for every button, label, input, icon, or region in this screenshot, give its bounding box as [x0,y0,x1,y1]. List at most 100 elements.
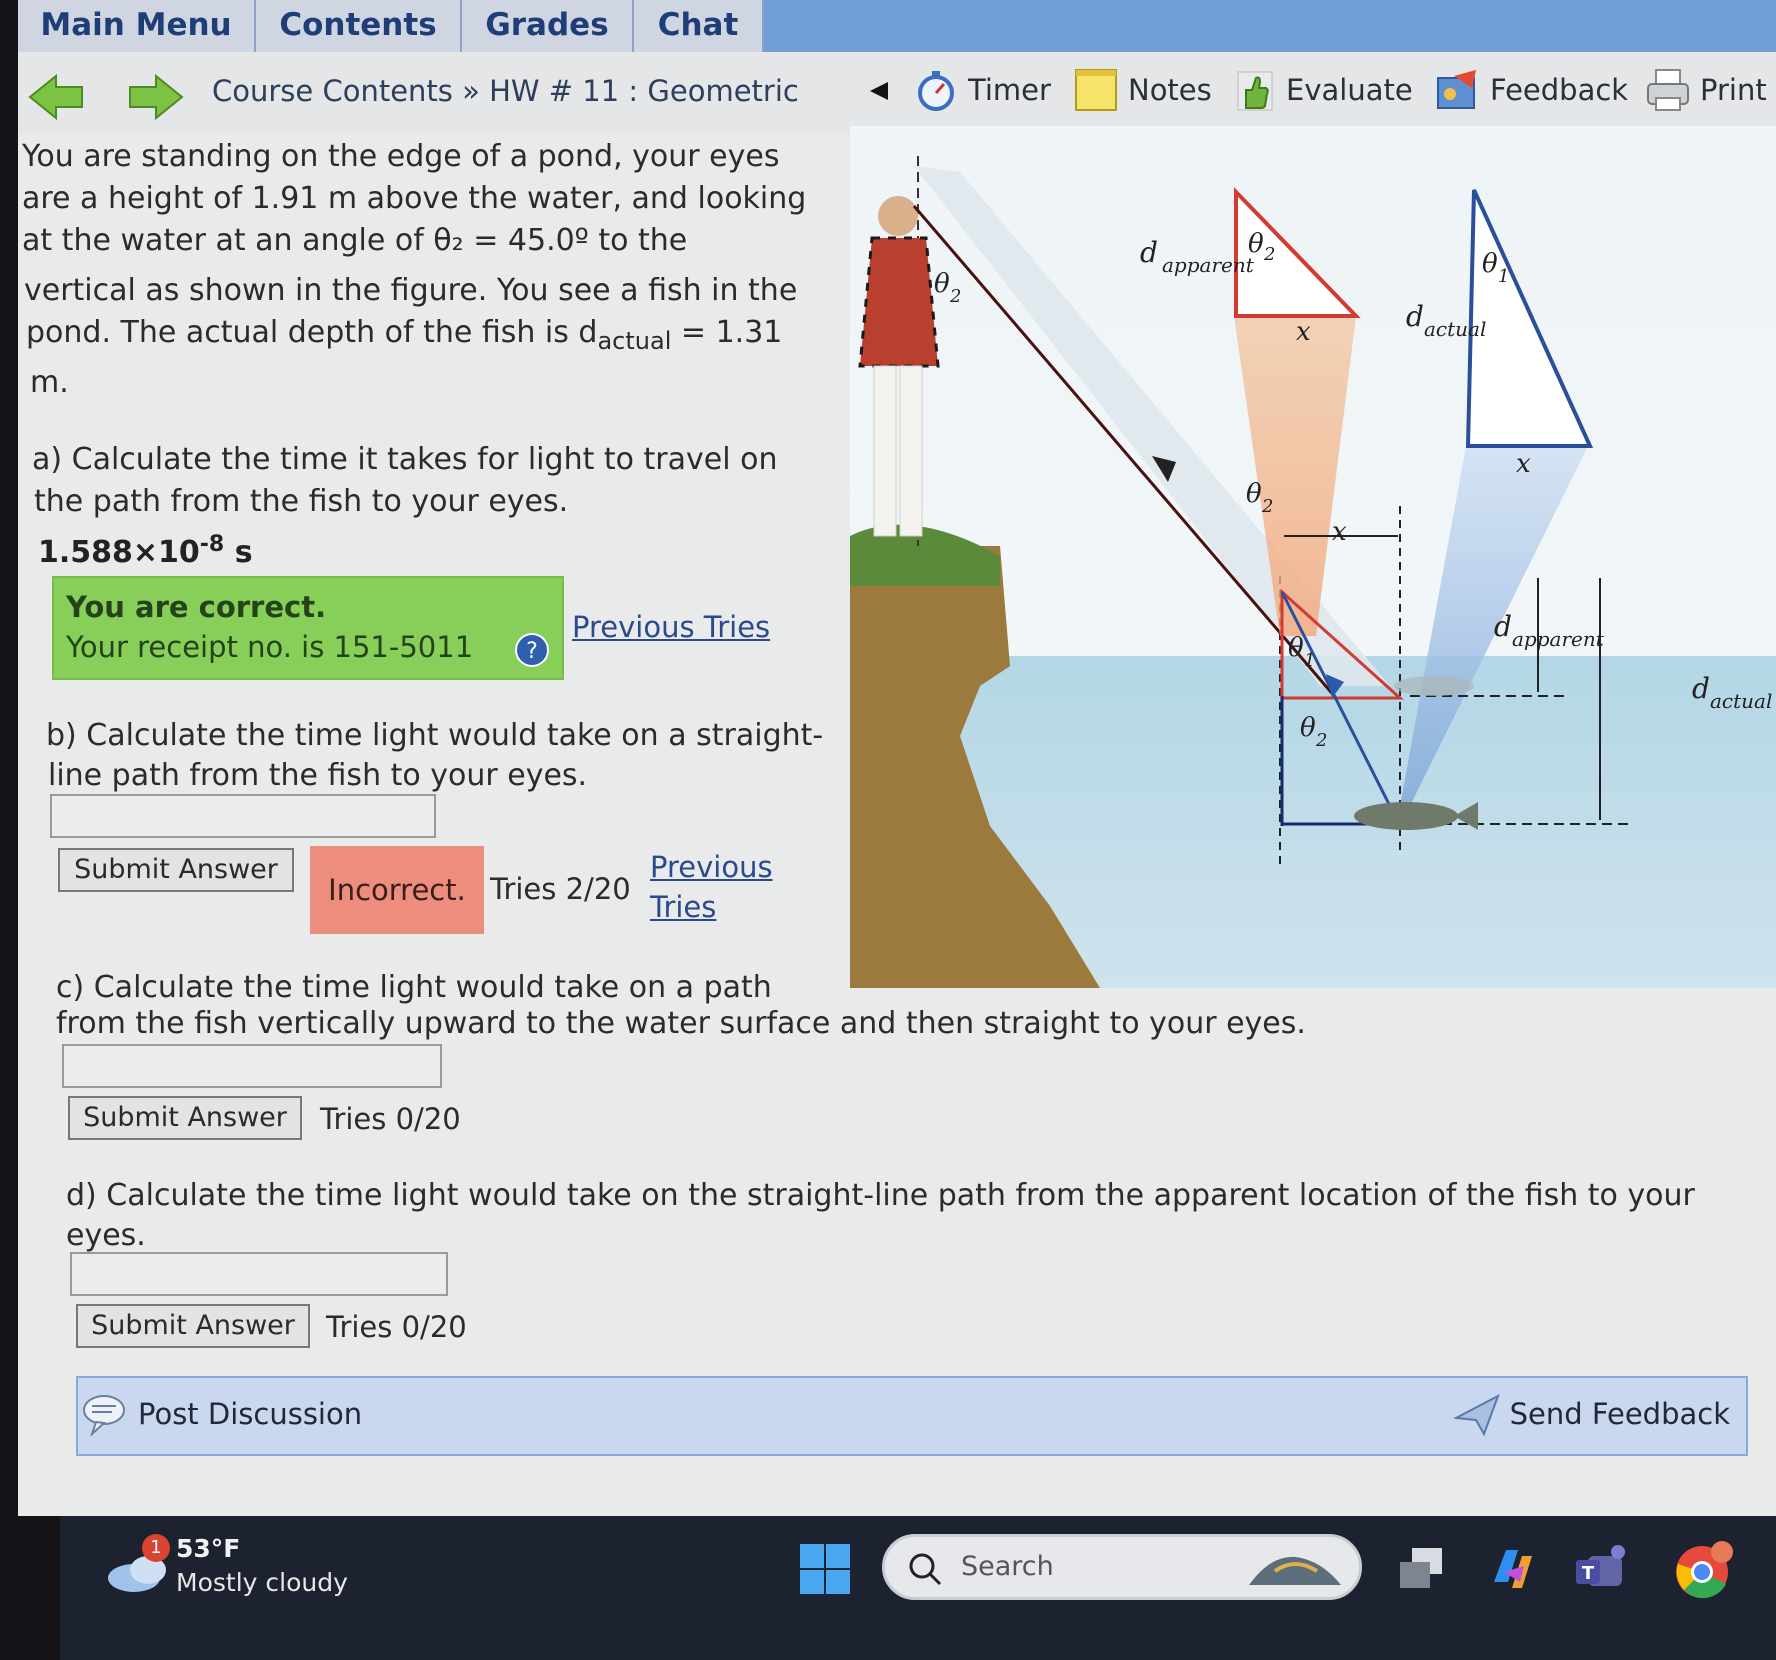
search-highlight-icon [1249,1556,1341,1585]
part-c-answer-input[interactable] [62,1044,442,1088]
tab-contents[interactable]: Contents [256,0,462,52]
svg-text:2: 2 [1315,730,1327,751]
problem-line-5: pond. The actual depth of the fish is da… [26,312,782,362]
chrome-icon[interactable] [1672,1540,1734,1602]
stopwatch-icon [918,71,954,111]
speech-bubble-icon [83,1395,125,1436]
svg-text:θ: θ [1288,633,1304,663]
svg-text:θ: θ [1300,713,1316,743]
copilot-icon[interactable] [1484,1542,1538,1596]
notes-button[interactable]: Notes [1074,62,1212,118]
breadcrumb[interactable]: Course Contents » HW # 11 : Geometric [212,74,799,108]
course-toolbar: Course Contents » HW # 11 : Geometric Ti… [18,52,1776,134]
svg-text:2: 2 [1263,244,1275,265]
discussion-bar: Post Discussion Send Feedback [76,1376,1748,1456]
part-a-answer-exponent: -8 [199,532,225,557]
temperature: 53°F [176,1534,241,1563]
tab-bar: Main Menu Contents Grades Chat [18,0,1776,52]
part-a-question-1: a) Calculate the time it takes for light… [32,442,778,477]
refraction-figure: d apparent θ 2 x d actual θ 1 x θ 2 θ 2 … [850,126,1776,988]
problem-line-6: m. [30,365,69,400]
svg-text:θ: θ [1248,229,1264,259]
printer-icon [1647,69,1689,111]
dactual-subscript: actual [597,327,672,355]
notepad-icon [1075,69,1117,111]
part-a-answer-mantissa: 1.588×10 [38,535,200,570]
part-d-submit-button[interactable]: Submit Answer [76,1304,310,1348]
svg-text:2: 2 [949,286,961,307]
part-c-question-2: from the fish vertically upward to the w… [56,1006,1306,1041]
svg-text:x: x [1296,317,1311,347]
tab-chat[interactable]: Chat [634,0,764,52]
correct-title: You are correct. [66,590,327,624]
svg-text:1: 1 [1498,266,1509,287]
part-a-question-2: the path from the fish to your eyes. [34,484,569,519]
windows-start-icon[interactable] [798,1542,852,1596]
evaluate-label: Evaluate [1286,73,1413,107]
paper-plane-icon [1453,1393,1500,1436]
send-feedback-button[interactable]: Send Feedback [1453,1392,1730,1436]
label-d-apparent-top: d [1140,236,1158,269]
search-placeholder: Search [961,1551,1054,1582]
feedback-icon [1437,70,1476,109]
print-button[interactable]: Print [1646,62,1767,118]
part-b-tries-link[interactable]: Tries [650,890,716,924]
part-b-previous-link[interactable]: Previous [650,850,773,884]
svg-text:actual: actual [1710,689,1772,713]
part-b-question-2: line path from the fish to your eyes. [48,758,588,793]
part-b-answer-input[interactable] [50,794,436,838]
part-d-answer-input[interactable] [70,1252,448,1296]
part-b-incorrect-badge: Incorrect. [310,846,484,934]
collapse-left-icon[interactable] [868,80,890,102]
feedback-label: Feedback [1490,73,1629,107]
part-b-tries: Tries 2/20 [490,872,631,906]
tab-grades[interactable]: Grades [462,0,634,52]
part-d-question-1: d) Calculate the time light would take o… [66,1178,1695,1213]
weather-badge: 1 [142,1534,170,1562]
part-b-submit-button[interactable]: Submit Answer [58,848,294,892]
print-label: Print [1700,73,1767,107]
label-apparent-top: apparent [1162,253,1255,277]
svg-text:1: 1 [1304,650,1315,671]
svg-text:d: d [1406,300,1424,333]
help-icon[interactable]: ? [514,632,550,668]
feedback-button[interactable]: Feedback [1436,62,1628,118]
svg-text:?: ? [526,639,538,664]
svg-text:d: d [1140,236,1158,269]
teams-icon[interactable]: T [1574,1542,1630,1596]
part-d-question-2: eyes. [66,1218,146,1253]
tab-main-menu[interactable]: Main Menu [18,0,256,52]
post-discussion-button[interactable]: Post Discussion [82,1392,362,1436]
svg-text:2: 2 [1261,496,1273,517]
problem-line-1: You are standing on the edge of a pond, … [22,139,780,174]
timer-label: Timer [968,73,1051,107]
part-d-tries: Tries 0/20 [326,1310,467,1344]
weather-widget[interactable]: 1 [104,1534,174,1598]
part-a-answer-unit: s [234,535,253,570]
browser-content: Main Menu Contents Grades Chat Course Co… [18,0,1776,1516]
post-discussion-label: Post Discussion [138,1397,363,1431]
receipt-number: Your receipt no. is 151-5011 [66,630,474,664]
timer-button[interactable]: Timer [914,62,1051,118]
evaluate-button[interactable]: Evaluate [1232,62,1413,118]
svg-text:x: x [1332,517,1347,547]
correct-message-box: You are correct. Your receipt no. is 151… [52,576,564,680]
thumbs-up-icon [1237,71,1273,111]
taskbar-search[interactable]: Search [882,1534,1362,1600]
back-arrow-icon[interactable] [26,72,86,122]
part-c-submit-button[interactable]: Submit Answer [68,1096,302,1140]
task-view-icon[interactable] [1394,1542,1448,1596]
svg-text:d: d [1494,610,1512,643]
svg-text:apparent: apparent [1512,627,1605,651]
windows-taskbar: 1 53°F Mostly cloudy Search T [60,1516,1776,1660]
problem-line-4: vertical as shown in the figure. You see… [24,273,798,308]
part-b-question-1: b) Calculate the time light would take o… [46,718,824,753]
svg-text:θ: θ [1482,249,1498,279]
svg-text:T: T [1582,1563,1595,1584]
weather-condition: Mostly cloudy [176,1568,348,1597]
part-c-tries: Tries 0/20 [320,1102,461,1136]
forward-arrow-icon[interactable] [126,72,186,122]
dactual-value: = 1.31 [680,315,783,350]
part-a-previous-tries-link[interactable]: Previous Tries [572,610,770,644]
problem-line-2: are a height of 1.91 m above the water, … [22,181,807,216]
